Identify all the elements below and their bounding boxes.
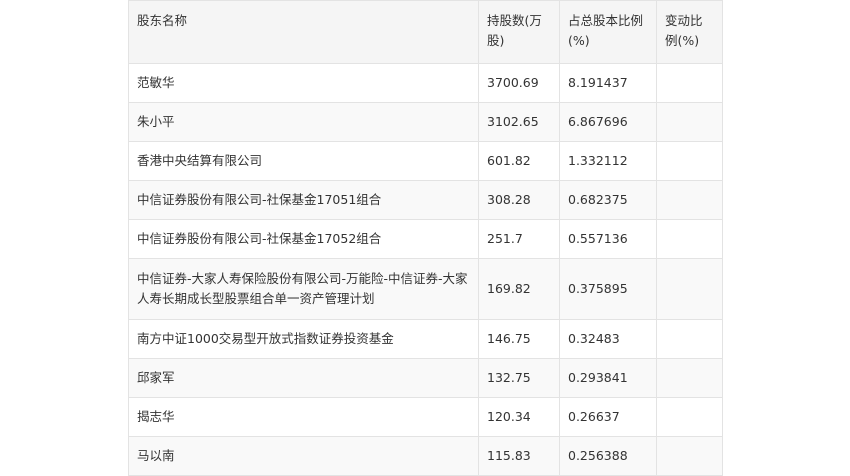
table-row: 中信证券-大家人寿保险股份有限公司-万能险-中信证券-大家人寿长期成长型股票组合… [128, 258, 723, 320]
cell-shareholder-name: 邱家军 [128, 358, 479, 398]
cell-ratio: 0.375895 [559, 258, 657, 320]
header-shareholder-name: 股东名称 [128, 0, 479, 64]
table-row: 南方中证1000交易型开放式指数证券投资基金 146.75 0.32483 [128, 319, 723, 359]
cell-ratio: 0.682375 [559, 180, 657, 220]
cell-change [656, 141, 723, 181]
cell-shares: 251.7 [478, 219, 560, 259]
cell-shares: 601.82 [478, 141, 560, 181]
header-change-ratio: 变动比例(%) [656, 0, 723, 64]
table-row: 朱小平 3102.65 6.867696 [128, 102, 723, 142]
cell-ratio: 0.32483 [559, 319, 657, 359]
cell-shareholder-name: 香港中央结算有限公司 [128, 141, 479, 181]
cell-shares: 308.28 [478, 180, 560, 220]
cell-change [656, 258, 723, 320]
cell-ratio: 1.332112 [559, 141, 657, 181]
cell-shareholder-name: 范敏华 [128, 63, 479, 103]
cell-change [656, 102, 723, 142]
cell-shares: 146.75 [478, 319, 560, 359]
cell-shareholder-name: 中信证券-大家人寿保险股份有限公司-万能险-中信证券-大家人寿长期成长型股票组合… [128, 258, 479, 320]
cell-shares: 3700.69 [478, 63, 560, 103]
shareholders-table: 股东名称 持股数(万股) 占总股本比例(%) 变动比例(%) 范敏华 3700.… [128, 0, 723, 476]
cell-change [656, 63, 723, 103]
table-header-row: 股东名称 持股数(万股) 占总股本比例(%) 变动比例(%) [128, 0, 723, 64]
cell-change [656, 358, 723, 398]
cell-change [656, 180, 723, 220]
header-share-ratio: 占总股本比例(%) [559, 0, 657, 64]
table-row: 揭志华 120.34 0.26637 [128, 397, 723, 437]
cell-shareholder-name: 南方中证1000交易型开放式指数证券投资基金 [128, 319, 479, 359]
cell-ratio: 0.557136 [559, 219, 657, 259]
cell-ratio: 8.191437 [559, 63, 657, 103]
table-row: 范敏华 3700.69 8.191437 [128, 63, 723, 103]
cell-shareholder-name: 中信证券股份有限公司-社保基金17051组合 [128, 180, 479, 220]
table-row: 马以南 115.83 0.256388 [128, 436, 723, 476]
table-row: 中信证券股份有限公司-社保基金17052组合 251.7 0.557136 [128, 219, 723, 259]
table-row: 中信证券股份有限公司-社保基金17051组合 308.28 0.682375 [128, 180, 723, 220]
cell-shareholder-name: 揭志华 [128, 397, 479, 437]
cell-shareholder-name: 中信证券股份有限公司-社保基金17052组合 [128, 219, 479, 259]
cell-shareholder-name: 马以南 [128, 436, 479, 476]
cell-shareholder-name: 朱小平 [128, 102, 479, 142]
cell-change [656, 436, 723, 476]
cell-change [656, 319, 723, 359]
cell-shares: 120.34 [478, 397, 560, 437]
cell-ratio: 6.867696 [559, 102, 657, 142]
table-row: 邱家军 132.75 0.293841 [128, 358, 723, 398]
cell-shares: 169.82 [478, 258, 560, 320]
cell-ratio: 0.256388 [559, 436, 657, 476]
cell-change [656, 219, 723, 259]
cell-ratio: 0.293841 [559, 358, 657, 398]
shareholders-table-container: 股东名称 持股数(万股) 占总股本比例(%) 变动比例(%) 范敏华 3700.… [128, 0, 723, 476]
header-shares-held: 持股数(万股) [478, 0, 560, 64]
cell-ratio: 0.26637 [559, 397, 657, 437]
cell-shares: 115.83 [478, 436, 560, 476]
cell-shares: 3102.65 [478, 102, 560, 142]
table-row: 香港中央结算有限公司 601.82 1.332112 [128, 141, 723, 181]
cell-change [656, 397, 723, 437]
cell-shares: 132.75 [478, 358, 560, 398]
